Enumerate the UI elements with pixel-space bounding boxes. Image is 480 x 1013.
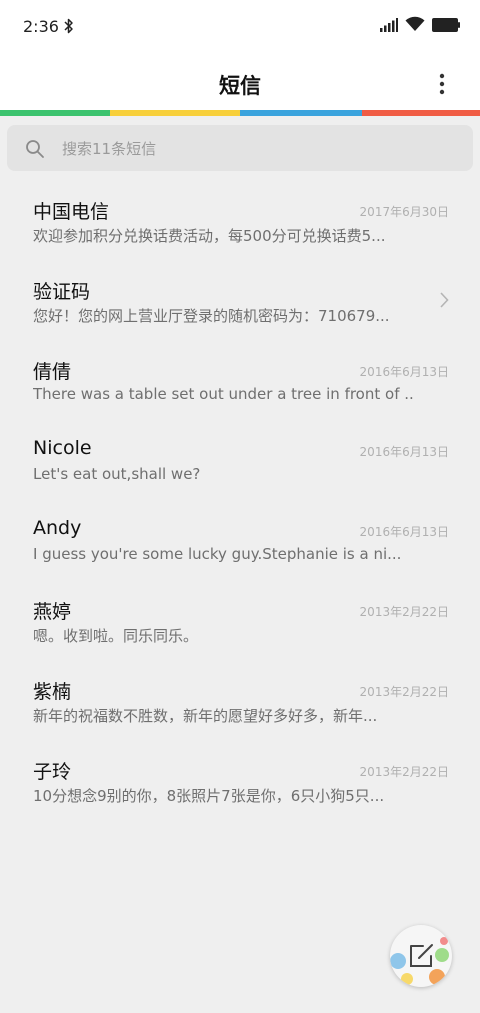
message-date: 2013年2月22日 (359, 765, 449, 779)
more-options-icon[interactable] (430, 70, 454, 98)
message-sender: 中国电信 (33, 201, 110, 223)
message-item[interactable]: 中国电信 2017年6月30日 欢迎参加积分兑换话费活动，每500分可兑换话费5… (0, 171, 480, 251)
message-item[interactable]: 紫楠 2013年2月22日 新年的祝福数不胜数，新年的愿望好多好多，新年... (0, 651, 480, 731)
message-item[interactable]: 子玲 2013年2月22日 10分想念9别的你，8张照片7张是你，6只小狗5只.… (0, 731, 480, 811)
wifi-icon (405, 16, 425, 31)
message-item[interactable]: Andy 2016年6月13日 I guess you're some luck… (0, 491, 480, 571)
message-sender: 燕婷 (33, 601, 72, 623)
search-bar[interactable]: 搜索11条短信 (7, 125, 473, 171)
message-sender: Nicole (33, 437, 92, 459)
message-sender: 子玲 (33, 761, 72, 783)
message-preview: 您好！您的网上营业厅登录的随机密码为：710679... (33, 307, 390, 325)
page-title: 短信 (219, 74, 261, 98)
message-item[interactable]: Nicole 2016年6月13日 Let's eat out,shall we… (0, 411, 480, 491)
message-date: 2017年6月30日 (359, 205, 449, 219)
message-preview: 新年的祝福数不胜数，新年的愿望好多好多，新年... (33, 707, 378, 725)
message-preview: 10分想念9别的你，8张照片7张是你，6只小狗5只... (33, 787, 385, 805)
message-item[interactable]: 燕婷 2013年2月22日 嗯。收到啦。同乐同乐。 (0, 571, 480, 651)
accent-blue (240, 110, 362, 116)
compose-icon (390, 937, 449, 985)
battery-icon (432, 18, 460, 32)
message-preview: 嗯。收到啦。同乐同乐。 (33, 627, 199, 645)
message-preview: There was a table set out under a tree i… (33, 385, 413, 403)
message-preview: I guess you're some lucky guy.Stephanie … (33, 545, 402, 563)
search-icon (26, 140, 44, 158)
accent-yellow (110, 110, 240, 116)
message-sender: Andy (33, 517, 82, 539)
message-preview: 欢迎参加积分兑换话费活动，每500分可兑换话费5... (33, 227, 386, 245)
search-placeholder: 搜索11条短信 (62, 140, 157, 158)
message-sender: 验证码 (33, 281, 91, 303)
message-sender: 紫楠 (33, 681, 72, 703)
message-item[interactable]: 验证码 您好！您的网上营业厅登录的随机密码为：710679... (0, 251, 480, 331)
bluetooth-icon (64, 18, 73, 34)
message-date: 2013年2月22日 (359, 605, 449, 619)
message-sender: 倩倩 (33, 361, 72, 383)
compose-button[interactable] (390, 925, 452, 987)
signal-icon (380, 18, 398, 32)
message-item[interactable]: 倩倩 2016年6月13日 There was a table set out … (0, 331, 480, 411)
message-date: 2016年6月13日 (359, 525, 449, 539)
message-date: 2016年6月13日 (359, 365, 449, 379)
message-date: 2013年2月22日 (359, 685, 449, 699)
accent-green (0, 110, 110, 116)
app-header: 短信 (0, 52, 480, 110)
status-time: 2:36 (23, 17, 59, 36)
message-preview: Let's eat out,shall we? (33, 465, 201, 483)
chevron-right-icon (440, 292, 449, 308)
message-list: 中国电信 2017年6月30日 欢迎参加积分兑换话费活动，每500分可兑换话费5… (0, 171, 480, 811)
message-date: 2016年6月13日 (359, 445, 449, 459)
status-bar: 2:36 (0, 0, 480, 52)
accent-red (362, 110, 480, 116)
accent-color-bar (0, 110, 480, 116)
